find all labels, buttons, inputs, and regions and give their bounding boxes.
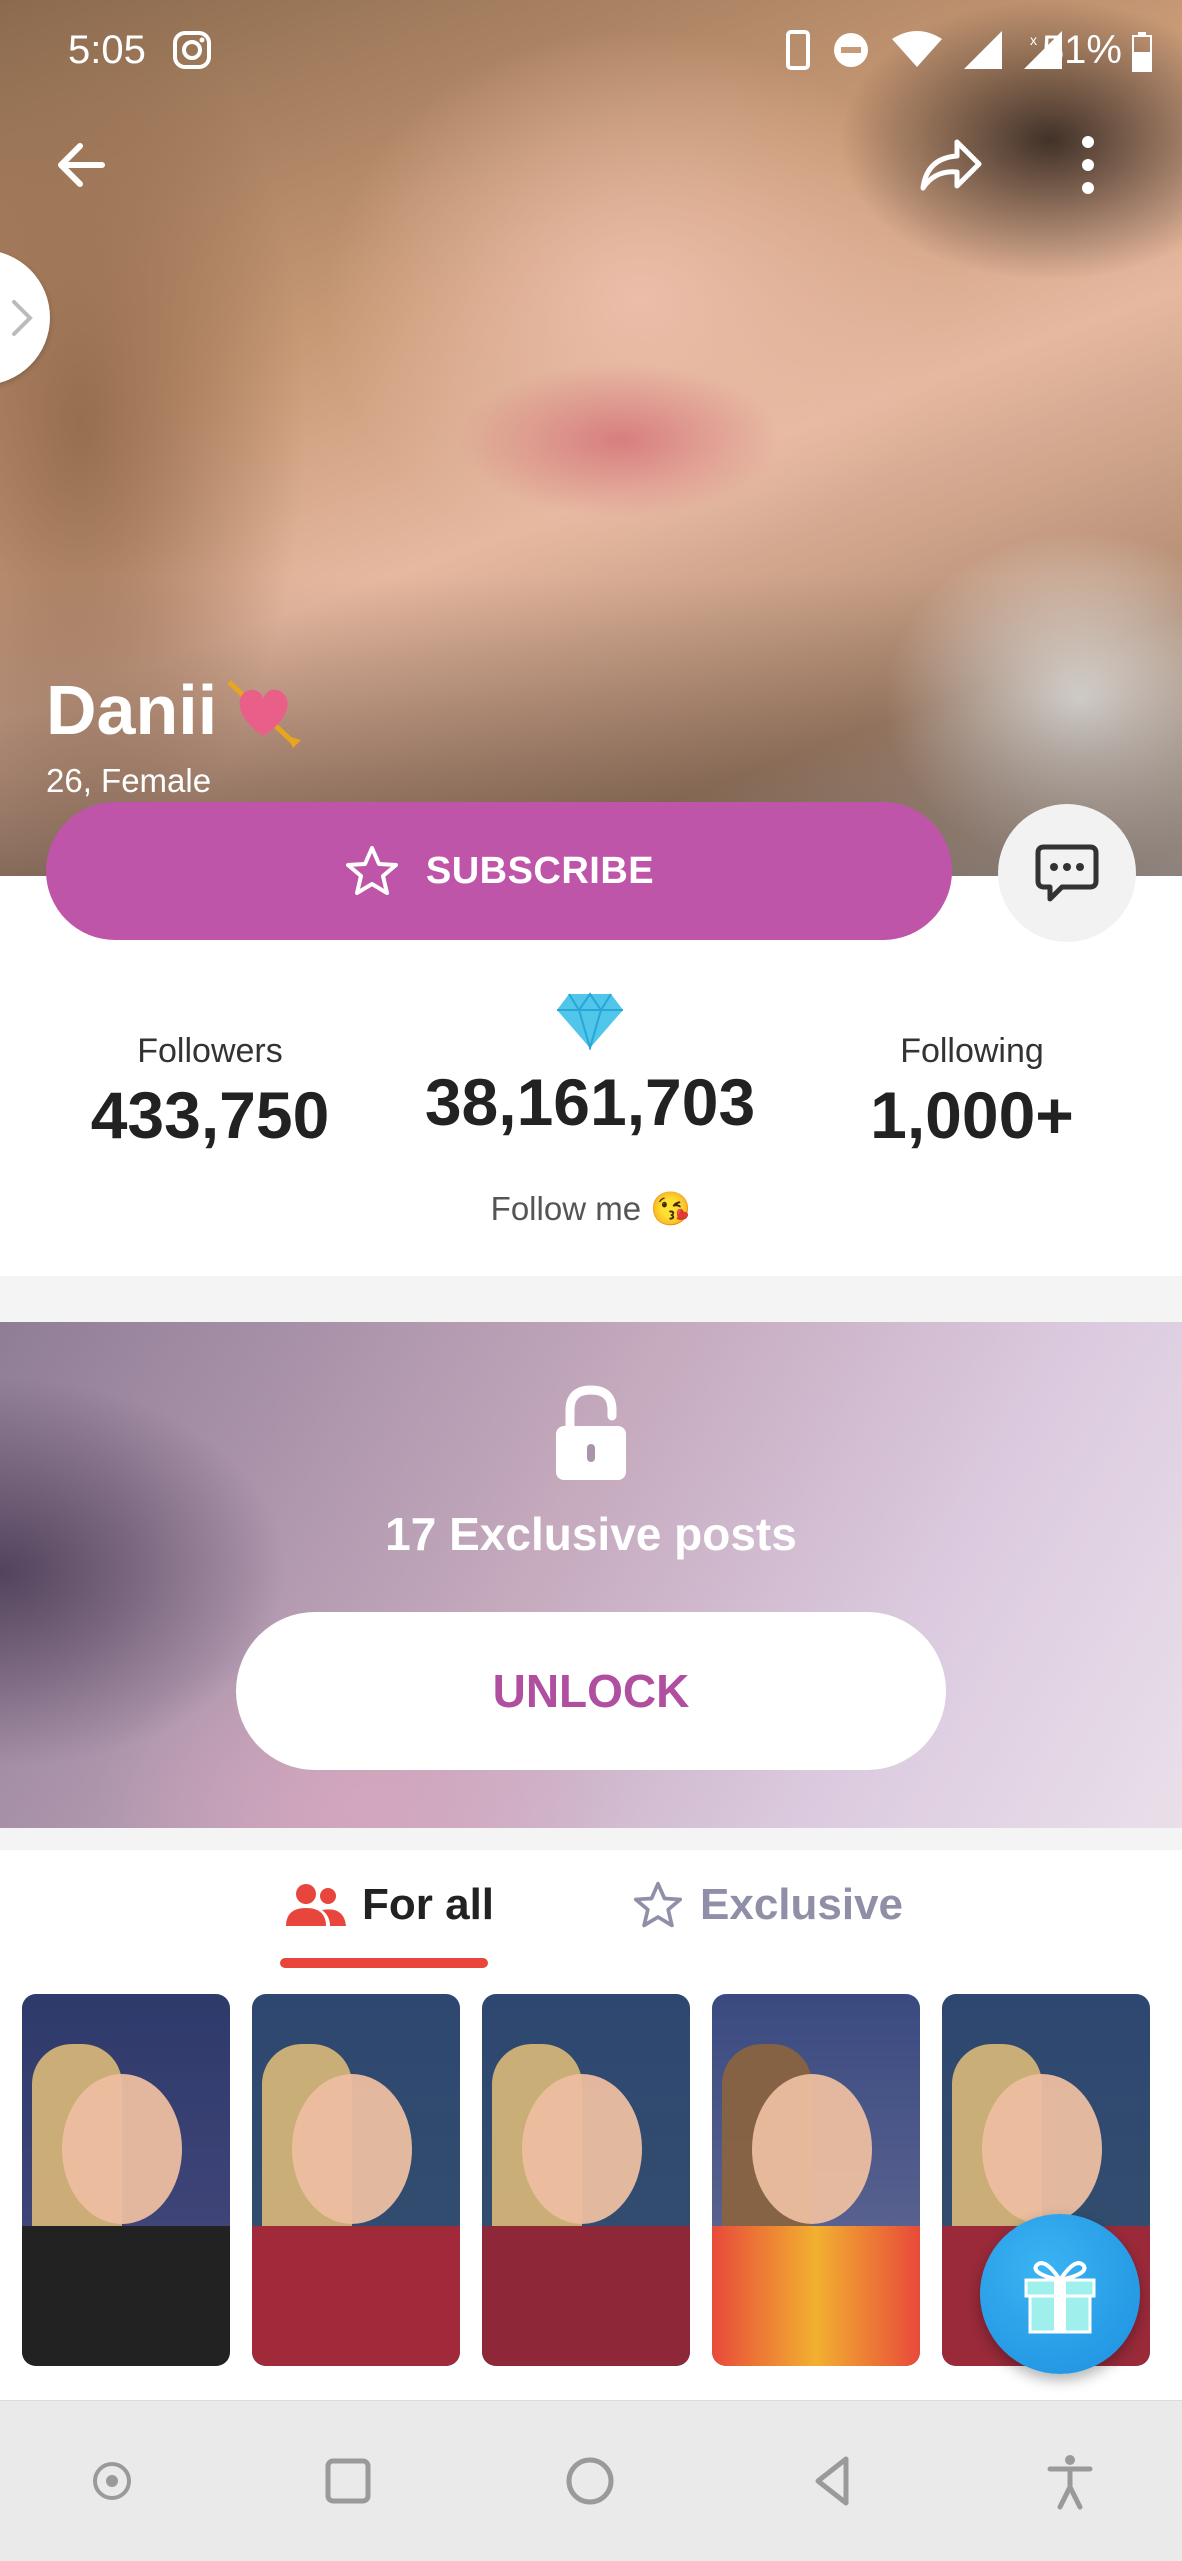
gift-icon (1024, 2261, 1096, 2334)
assistant-dot-icon[interactable] (82, 2451, 142, 2511)
profile-name: Danii (46, 671, 218, 749)
post-thumbnail[interactable] (22, 1994, 230, 2366)
back-triangle-icon[interactable] (804, 2451, 864, 2511)
exclusive-posts-banner: 17 Exclusive posts UNLOCK (0, 1322, 1182, 1828)
home-circle-icon[interactable] (560, 2451, 620, 2511)
wifi-icon (892, 31, 942, 67)
profile-name-block: Danii 26, Female (46, 670, 303, 800)
heart-arrow-icon (227, 680, 302, 748)
subscribe-label: SUBSCRIBE (425, 849, 655, 892)
star-outline-icon (633, 1881, 683, 1928)
profile-bio: Follow me 😘 (490, 1190, 692, 1227)
battery-icon (1132, 32, 1152, 72)
lock-icon (556, 1385, 626, 1480)
posts-tabs: For all Exclusive (0, 1850, 1182, 1972)
more-vert-icon[interactable] (1068, 130, 1108, 200)
tab-exclusive-label: Exclusive (700, 1880, 904, 1929)
status-bar: 5:05 x 51% (0, 0, 1182, 100)
people-icon (286, 1884, 346, 1926)
recents-square-icon[interactable] (318, 2451, 378, 2511)
subscribe-button[interactable]: SUBSCRIBE (46, 802, 952, 940)
system-nav-bar (0, 2400, 1182, 2561)
chat-bubble-icon (1035, 844, 1099, 902)
battery-percent: 51% (1041, 28, 1122, 72)
profile-age-gender: 26, Female (46, 762, 212, 799)
diamonds-stat: 38,161,703 (390, 990, 790, 1140)
status-icons: x (786, 30, 1062, 70)
diamonds-count: 38,161,703 (424, 1065, 756, 1139)
following-count: 1,000+ (870, 1078, 1074, 1152)
share-icon[interactable] (915, 130, 985, 200)
signal-icon (964, 31, 1002, 69)
svg-text:x: x (1030, 32, 1037, 48)
followers-stat[interactable]: Followers 433,750 (60, 1032, 360, 1153)
followers-label: Followers (137, 1032, 283, 1070)
tab-for-all[interactable]: For all (286, 1880, 494, 1930)
tab-for-all-label: For all (362, 1880, 495, 1929)
unlock-button[interactable]: UNLOCK (236, 1612, 946, 1770)
exclusive-posts-count: 17 Exclusive posts (385, 1508, 797, 1560)
post-thumbnail[interactable] (482, 1994, 690, 2366)
tab-active-indicator (280, 1958, 488, 1968)
instagram-icon (173, 31, 211, 69)
post-thumbnail[interactable] (252, 1994, 460, 2366)
chat-button[interactable] (998, 804, 1136, 942)
status-time: 5:05 (68, 28, 146, 72)
following-stat[interactable]: Following 1,000+ (822, 1032, 1122, 1153)
profile-name-row: Danii (46, 670, 303, 750)
accessibility-icon[interactable] (1040, 2451, 1100, 2511)
tab-exclusive[interactable]: Exclusive (632, 1880, 903, 1930)
star-outline-icon (345, 846, 398, 895)
back-arrow-icon[interactable] (46, 130, 116, 200)
phone-icon (786, 30, 810, 70)
chevron-right-icon (12, 300, 33, 336)
followers-count: 433,750 (90, 1078, 330, 1152)
diamond-icon (557, 992, 623, 1050)
gift-button[interactable] (980, 2214, 1140, 2374)
dnd-icon (834, 33, 868, 67)
following-label: Following (900, 1032, 1044, 1070)
post-thumbnail[interactable] (712, 1994, 920, 2366)
